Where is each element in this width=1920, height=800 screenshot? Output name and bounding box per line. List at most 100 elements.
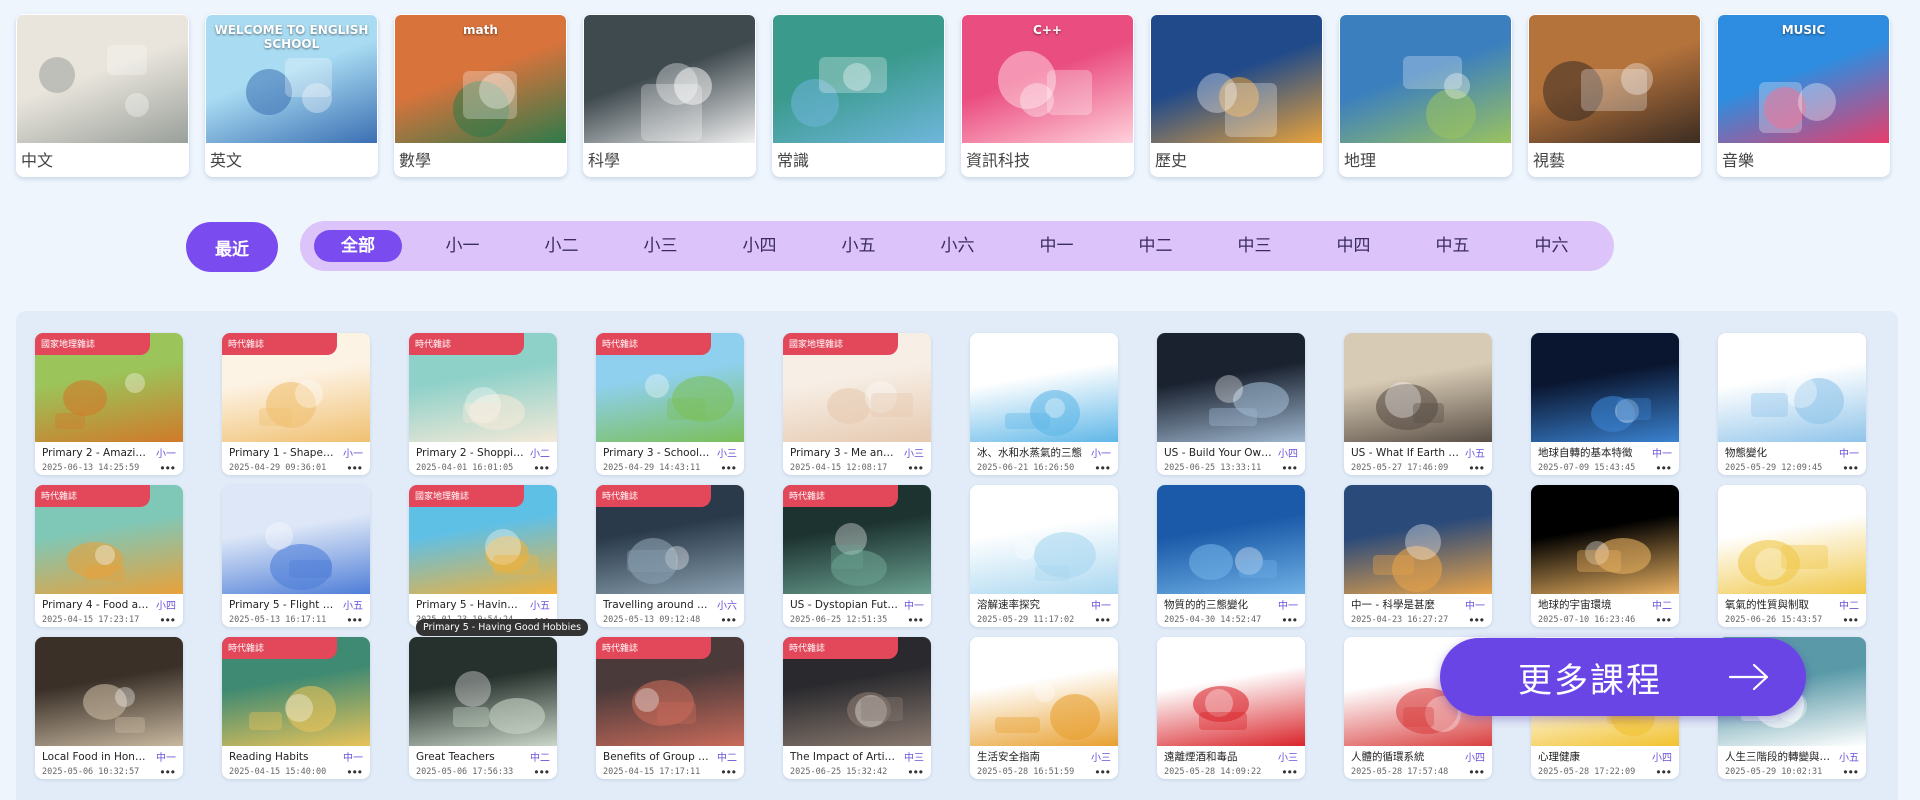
- course-info: Local Food in Hong Kong 中一 2025-05-06 10:3…: [35, 746, 183, 779]
- more-options-icon[interactable]: •••: [721, 462, 737, 474]
- subject-card[interactable]: MUSIC 音樂: [1717, 14, 1890, 177]
- grade-tab[interactable]: 中一: [1007, 230, 1106, 262]
- more-options-icon[interactable]: •••: [908, 462, 924, 474]
- course-card[interactable]: 物態變化 中一 2025-05-29 12:09:45 •••: [1718, 333, 1866, 475]
- course-card[interactable]: 時代雜誌 Benefits of Group Activities 中二 2025-0…: [596, 637, 744, 779]
- course-grade: 中一: [156, 753, 176, 764]
- course-date: 2025-04-30 14:52:47: [1164, 615, 1262, 625]
- course-card[interactable]: 國家地理雜誌 Primary 3 - Me and My Family 小三 2025…: [783, 333, 931, 475]
- recent-button[interactable]: 最近: [186, 222, 278, 272]
- course-card[interactable]: Local Food in Hong Kong 中一 2025-05-06 10:3…: [35, 637, 183, 779]
- course-date: 2025-04-15 12:08:17: [790, 463, 888, 473]
- more-options-icon[interactable]: •••: [534, 462, 550, 474]
- course-card[interactable]: 時代雜誌 US - Dystopian Future Cities 中一 2025-0…: [783, 485, 931, 627]
- course-card[interactable]: 時代雜誌 Primary 4 - Food and Drinks 小四 2025-04…: [35, 485, 183, 627]
- course-card[interactable]: 冰、水和水蒸氣的三態 小一 2025-06-21 16:26:50 •••: [970, 333, 1118, 475]
- grade-tab[interactable]: 小六: [908, 230, 1007, 262]
- course-card[interactable]: 時代雜誌 Reading Habits 中一 2025-04-15 15:40:00 •…: [222, 637, 370, 779]
- more-courses-button[interactable]: 更多課程: [1440, 638, 1806, 716]
- course-card[interactable]: 氧氣的性質與制取 中二 2025-06-26 15:43:57 •••: [1718, 485, 1866, 627]
- subject-card[interactable]: 常識: [772, 14, 945, 177]
- subject-label: 中文: [21, 151, 54, 170]
- teacher-globe-icon: [1340, 15, 1511, 143]
- more-options-icon[interactable]: •••: [1469, 766, 1485, 778]
- course-card[interactable]: 地球自轉的基本特徵 中一 2025-07-09 15:43:45 •••: [1531, 333, 1679, 475]
- subject-card[interactable]: math 數學: [394, 14, 567, 177]
- more-options-icon[interactable]: •••: [1095, 766, 1111, 778]
- subject-card[interactable]: WELCOME TO ENGLISH SCHOOL 英文: [205, 14, 378, 177]
- course-card[interactable]: 時代雜誌 Primary 3 - School Life 小三 2025-04-29 …: [596, 333, 744, 475]
- course-date: 2025-04-15 17:17:11: [603, 767, 701, 777]
- course-card[interactable]: US - Build Your Own Water Filter 小四 2025-0…: [1157, 333, 1305, 475]
- course-card[interactable]: Primary 5 - Flight Experience 小五 2025-05-1…: [222, 485, 370, 627]
- course-card[interactable]: 溶解速率探究 中一 2025-05-29 11:17:02 •••: [970, 485, 1118, 627]
- grade-tab[interactable]: 小五: [809, 230, 908, 262]
- more-options-icon[interactable]: •••: [347, 766, 363, 778]
- course-card[interactable]: 遠離煙酒和毒品 小三 2025-05-28 14:09:22 •••: [1157, 637, 1305, 779]
- subject-card[interactable]: 地理: [1339, 14, 1512, 177]
- course-card[interactable]: 地球的宇宙環境 中二 2025-07-10 16:23:46 •••: [1531, 485, 1679, 627]
- more-options-icon[interactable]: •••: [347, 462, 363, 474]
- more-options-icon[interactable]: •••: [1095, 614, 1111, 626]
- course-card[interactable]: 國家地理雜誌Primary 5 - Having Good Hobbies小五2…: [409, 485, 557, 627]
- subject-card[interactable]: 科學: [583, 14, 756, 177]
- grade-tab[interactable]: 中二: [1106, 230, 1205, 262]
- grade-tab[interactable]: 小一: [413, 230, 512, 262]
- course-grade: 小三: [1091, 753, 1111, 764]
- more-options-icon[interactable]: •••: [1656, 462, 1672, 474]
- more-options-icon[interactable]: •••: [1656, 766, 1672, 778]
- course-card[interactable]: US - What If Earth Lost Water 小五 2025-05-2…: [1344, 333, 1492, 475]
- course-card[interactable]: 國家地理雜誌 Primary 2 - Amazing Animals 小一 2025-…: [35, 333, 183, 475]
- course-grade: 小四: [1652, 753, 1672, 764]
- more-options-icon[interactable]: •••: [160, 614, 176, 626]
- thumb-text: MUSIC: [1781, 23, 1826, 37]
- magazine-badge: 國家地理雜誌: [783, 333, 898, 355]
- subject-card[interactable]: 視藝: [1528, 14, 1701, 177]
- course-card[interactable]: 時代雜誌 Primary 1 - Shapes and Numbers 小一 2025…: [222, 333, 370, 475]
- more-options-icon[interactable]: •••: [908, 766, 924, 778]
- grade-tab[interactable]: 中五: [1403, 230, 1502, 262]
- more-options-icon[interactable]: •••: [534, 766, 550, 778]
- grade-tab[interactable]: 中四: [1304, 230, 1403, 262]
- course-title: 遠離煙酒和毒品: [1164, 751, 1238, 763]
- more-options-icon[interactable]: •••: [721, 614, 737, 626]
- subject-card[interactable]: C++ 資訊科技: [961, 14, 1134, 177]
- more-options-icon[interactable]: •••: [347, 614, 363, 626]
- grade-tab[interactable]: 小三: [611, 230, 710, 262]
- more-options-icon[interactable]: •••: [1282, 614, 1298, 626]
- subject-card[interactable]: 歷史: [1150, 14, 1323, 177]
- more-options-icon[interactable]: •••: [1282, 766, 1298, 778]
- subject-card[interactable]: 中文: [16, 14, 189, 177]
- course-card[interactable]: 生活安全指南 小三 2025-05-28 16:51:59 •••: [970, 637, 1118, 779]
- course-card[interactable]: 時代雜誌 The Impact of Artificial Intelligenc…: [783, 637, 931, 779]
- more-options-icon[interactable]: •••: [1469, 462, 1485, 474]
- more-options-icon[interactable]: •••: [721, 766, 737, 778]
- more-options-icon[interactable]: •••: [1095, 462, 1111, 474]
- more-options-icon[interactable]: •••: [1656, 614, 1672, 626]
- dissolve-icon: [970, 485, 1118, 594]
- course-date: 2025-06-25 13:33:11: [1164, 463, 1262, 473]
- grade-tab[interactable]: 小四: [710, 230, 809, 262]
- grade-tab[interactable]: 中六: [1502, 230, 1601, 262]
- grade-tab[interactable]: 小二: [512, 230, 611, 262]
- more-options-icon[interactable]: •••: [1843, 614, 1859, 626]
- more-options-icon[interactable]: •••: [1843, 766, 1859, 778]
- course-grade: 中一: [1091, 601, 1111, 612]
- course-card[interactable]: Great Teachers 中二 2025-05-06 17:56:33 •••: [409, 637, 557, 779]
- more-options-icon[interactable]: •••: [160, 462, 176, 474]
- more-options-icon[interactable]: •••: [908, 614, 924, 626]
- course-card[interactable]: 物質的的三態變化 中一 2025-04-30 14:52:47 •••: [1157, 485, 1305, 627]
- grade-tab[interactable]: 中三: [1205, 230, 1304, 262]
- hobbies-icon: 國家地理雜誌: [409, 485, 557, 594]
- english-school-icon: WELCOME TO ENGLISH SCHOOL: [206, 15, 377, 143]
- more-options-icon[interactable]: •••: [1282, 462, 1298, 474]
- course-card[interactable]: 時代雜誌 Primary 2 - Shopping 小二 2025-04-01 16:…: [409, 333, 557, 475]
- course-title: Benefits of Group Activities: [603, 750, 711, 763]
- more-options-icon[interactable]: •••: [1469, 614, 1485, 626]
- course-card[interactable]: 時代雜誌 Travelling around Hong Kong 小六 2025-05…: [596, 485, 744, 627]
- more-options-icon[interactable]: •••: [160, 766, 176, 778]
- grade-tab[interactable]: 全部: [314, 230, 402, 262]
- course-card[interactable]: 中一 - 科學是甚麼 中一 2025-04-23 16:27:27 •••: [1344, 485, 1492, 627]
- course-title: 人生三階段的轉變與成長: [1725, 751, 1833, 763]
- more-options-icon[interactable]: •••: [1843, 462, 1859, 474]
